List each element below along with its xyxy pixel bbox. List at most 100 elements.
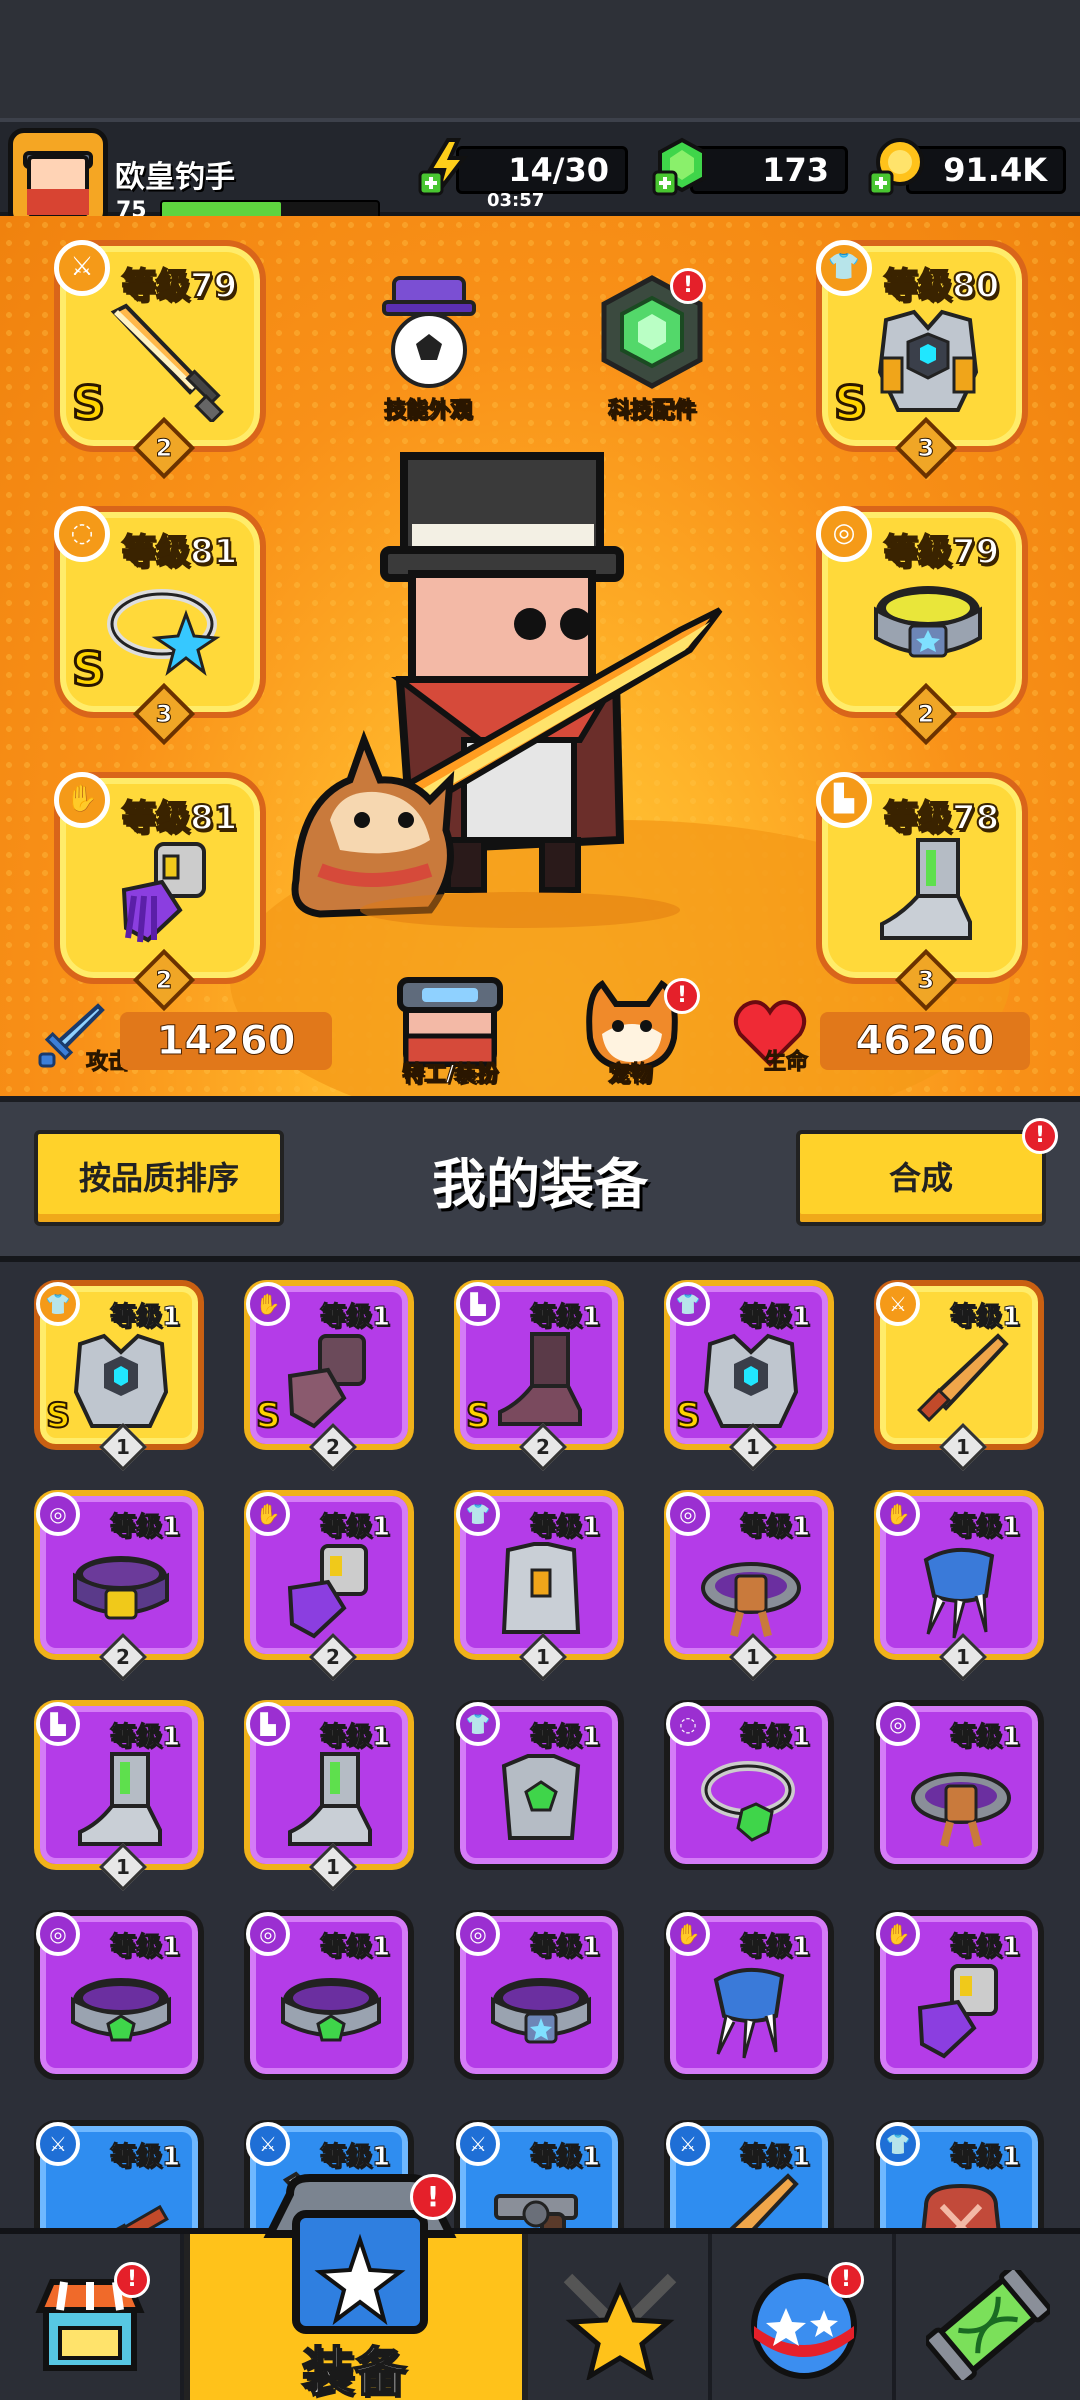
belt-type-icon: ◎ bbox=[876, 1702, 920, 1746]
belt-icon bbox=[874, 586, 982, 658]
weapon-type-icon: ⚔ bbox=[666, 2122, 710, 2166]
sort-by-quality-button[interactable]: 按品质排序 bbox=[34, 1130, 284, 1226]
slot-boots[interactable]: ▙ 等级78 3 bbox=[816, 772, 1028, 1012]
vest-icon bbox=[501, 1542, 581, 1634]
gold-plus-icon[interactable] bbox=[868, 136, 928, 196]
weapon-type-icon: ⚔ bbox=[456, 2122, 500, 2166]
hp-label: 生命 bbox=[763, 1050, 809, 1076]
boot-type-icon: ▙ bbox=[246, 1702, 290, 1746]
slot-rank: S bbox=[832, 375, 868, 432]
equipment-card[interactable]: 👕 等级1 1 bbox=[454, 1490, 624, 1682]
equipment-card[interactable]: ▙ 等级1 1 bbox=[244, 1700, 414, 1892]
robot-armor-icon bbox=[73, 1333, 169, 1428]
soccer-ball-hat-icon[interactable] bbox=[372, 272, 486, 396]
equipment-card[interactable]: ✋ 等级1 bbox=[664, 1910, 834, 2080]
gold-counter: 91.4K bbox=[906, 146, 1066, 194]
equipment-card[interactable]: 👕 等级1 bbox=[454, 1700, 624, 1870]
armor-icon: 👕 bbox=[816, 240, 872, 296]
equipment-card[interactable]: ▙ 等级1 1 bbox=[34, 1700, 204, 1892]
hero-character bbox=[291, 452, 723, 928]
slot-weapon[interactable]: ⚔ 等级79 S 2 bbox=[54, 240, 266, 480]
belt-type-icon: ◎ bbox=[666, 1492, 710, 1536]
nav-equipment[interactable]: ! 装备 bbox=[184, 2174, 528, 2400]
slot-armor[interactable]: 👕 等级80 S 3 bbox=[816, 240, 1028, 480]
player-avatar[interactable] bbox=[8, 128, 108, 228]
rope-belt-icon bbox=[701, 1562, 801, 1637]
gauntlet-icon bbox=[121, 842, 206, 943]
nav-lab[interactable] bbox=[896, 2234, 1080, 2400]
equipment-card[interactable]: ⚔ 等级1 1 bbox=[874, 1280, 1044, 1472]
equipment-badge: ! bbox=[410, 2174, 456, 2220]
necklace-icon: ◌ bbox=[54, 506, 110, 562]
glove-type-icon: ✋ bbox=[246, 1282, 290, 1326]
sword-icon bbox=[110, 303, 224, 422]
status-strip bbox=[0, 0, 1080, 118]
agent-icon[interactable] bbox=[392, 970, 508, 1070]
equipment-card[interactable]: ◎ 等级1 bbox=[454, 1910, 624, 2080]
slot-belt[interactable]: ◎ 等级79 2 bbox=[816, 506, 1028, 746]
boot-icon bbox=[78, 1752, 162, 1846]
agent-label: 特工/装扮 bbox=[401, 1062, 499, 1088]
energy-counter: 14/30 bbox=[456, 146, 628, 194]
shop-badge: ! bbox=[114, 2262, 150, 2298]
equipment-card[interactable]: ✋ 等级1 bbox=[874, 1910, 1044, 2080]
attack-value: 14260 bbox=[120, 1012, 332, 1070]
equipment-card[interactable]: 👕 等级1 S 1 bbox=[34, 1280, 204, 1472]
nav-gacha[interactable]: ! bbox=[712, 2234, 896, 2400]
equipment-card[interactable]: ✋ 等级1 1 bbox=[874, 1490, 1044, 1682]
armor-type-icon: 👕 bbox=[456, 1492, 500, 1536]
armor-type-icon: 👕 bbox=[456, 1702, 500, 1746]
equipment-card[interactable]: ◎ 等级1 1 bbox=[664, 1490, 834, 1682]
equipment-card[interactable]: ◎ 等级1 bbox=[874, 1700, 1044, 1870]
slot-glove[interactable]: ✋ 等级81 2 bbox=[54, 772, 266, 1012]
boots-icon bbox=[880, 838, 972, 940]
equipment-card[interactable]: 👕 等级1 S 1 bbox=[664, 1280, 834, 1472]
weapon-icon: ⚔ bbox=[54, 240, 110, 296]
dark-boot-icon bbox=[498, 1332, 582, 1426]
glove-type-icon: ✋ bbox=[666, 1912, 710, 1956]
tech-parts-badge: ! bbox=[670, 268, 706, 304]
energy-timer: 03:57 bbox=[487, 190, 545, 211]
slot-necklace[interactable]: ◌ 等级81 S 3 bbox=[54, 506, 266, 746]
pet-label: 宠物 bbox=[607, 1062, 652, 1088]
armor-type-icon: 👕 bbox=[876, 2122, 920, 2166]
equipment-card[interactable]: ◎ 等级1 bbox=[34, 1910, 204, 2080]
bat-icon bbox=[917, 1333, 1009, 1422]
belt-type-icon: ◎ bbox=[456, 1912, 500, 1956]
equipment-card[interactable]: ◌ 等级1 bbox=[664, 1700, 834, 1870]
robot-armor-icon bbox=[877, 309, 979, 412]
card-rank: S bbox=[465, 1395, 491, 1437]
gem-necklace-icon bbox=[701, 1761, 795, 1842]
gauntlet-icon bbox=[917, 1964, 998, 2059]
energy-plus-icon[interactable] bbox=[418, 136, 478, 196]
tech-parts-label: 科技配件 bbox=[607, 398, 696, 424]
claw-icon bbox=[713, 1967, 785, 2059]
boot-type-icon: ▙ bbox=[36, 1702, 80, 1746]
pet-badge: ! bbox=[664, 978, 700, 1014]
gauntlet-icon bbox=[287, 1544, 368, 1639]
boot-type-icon: ▙ bbox=[456, 1282, 500, 1326]
gem-plus-icon[interactable] bbox=[652, 136, 712, 196]
belt-type-icon: ◎ bbox=[246, 1912, 290, 1956]
nav-battle[interactable] bbox=[528, 2234, 712, 2400]
equipment-card[interactable]: ✋ 等级1 2 bbox=[244, 1490, 414, 1682]
boot-icon bbox=[288, 1752, 372, 1846]
weapon-type-icon: ⚔ bbox=[36, 2122, 80, 2166]
gacha-badge: ! bbox=[828, 2262, 864, 2298]
gem-belt-icon bbox=[281, 1978, 381, 2042]
armor-type-icon: 👕 bbox=[666, 1282, 710, 1326]
nav-shop[interactable]: ! bbox=[0, 2234, 184, 2400]
merge-button[interactable]: 合成 bbox=[796, 1130, 1046, 1226]
belt-icon bbox=[73, 1556, 169, 1620]
rope-belt-icon bbox=[911, 1772, 1011, 1847]
claw-icon bbox=[923, 1547, 995, 1639]
glove-type-icon: ✋ bbox=[876, 1912, 920, 1956]
equipment-card[interactable]: ▙ 等级1 S 2 bbox=[454, 1280, 624, 1472]
merge-badge: ! bbox=[1022, 1118, 1058, 1154]
glove-type-icon: ✋ bbox=[246, 1492, 290, 1536]
equipment-card[interactable]: ✋ 等级1 S 2 bbox=[244, 1280, 414, 1472]
blue-belt-icon bbox=[491, 1978, 591, 2044]
gem-counter: 173 bbox=[690, 146, 848, 194]
equipment-card[interactable]: ◎ 等级1 2 bbox=[34, 1490, 204, 1682]
equipment-card[interactable]: ◎ 等级1 bbox=[244, 1910, 414, 2080]
